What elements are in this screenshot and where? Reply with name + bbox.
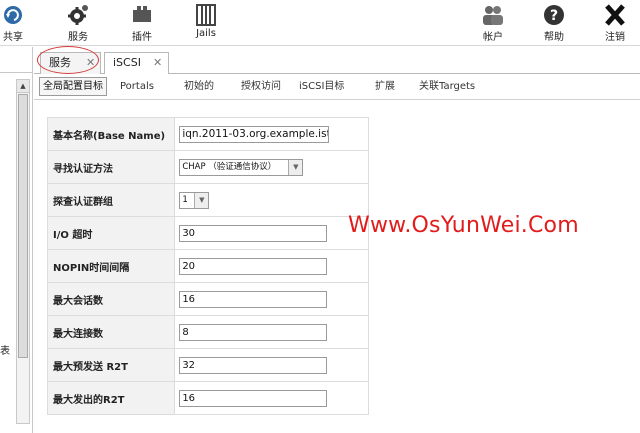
max-sessions-input[interactable]: 16	[179, 290, 328, 308]
toolbar-share-button[interactable]: 共享	[0, 2, 38, 44]
table-row: 基本名称(Base Name) iqn.2011-03.org.example.…	[46, 117, 369, 151]
max-presend-r2t-input[interactable]: 32	[179, 356, 328, 374]
toolbar-logout-button[interactable]: 注销	[590, 2, 640, 44]
subnav-authorized-access[interactable]: 授权访问	[241, 79, 281, 94]
max-presend-r2t-label: 最大预发送 R2T	[46, 348, 176, 382]
max-outstanding-r2t-label: 最大发出的R2T	[46, 381, 176, 415]
toolbar-accounts-button[interactable]: 帐户	[468, 2, 518, 44]
toolbar-jails-label: Jails	[196, 28, 216, 39]
subnav-target-global-config[interactable]: 全局配置目标	[39, 77, 107, 96]
services-gear-icon	[68, 5, 88, 25]
close-icon[interactable]: ✕	[153, 53, 162, 73]
annotation-circle	[37, 46, 99, 74]
toolbar-services-label: 服务	[68, 32, 88, 43]
subnav-iscsi-targets[interactable]: iSCSI目标	[299, 79, 344, 94]
max-sessions-label: 最大会话数	[46, 282, 176, 316]
subnav-portals[interactable]: Portals	[120, 79, 154, 94]
toolbar-jails-button[interactable]: Jails	[181, 2, 231, 44]
accounts-users-icon	[483, 6, 503, 25]
logout-x-icon	[605, 4, 625, 26]
iscsi-subnav: 全局配置目标 Portals 初始的 授权访问 iSCSI目标 扩展 关联Tar…	[34, 74, 640, 100]
discovery-auth-group-value: 1	[182, 194, 188, 205]
table-row: NOPIN时间间隔 20	[46, 249, 369, 283]
discovery-auth-method-select[interactable]: CHAP （验证通信协议） ▼	[179, 158, 304, 176]
discovery-auth-group-label: 探查认证群组	[46, 183, 176, 217]
toolbar-plugins-button[interactable]: 插件	[117, 2, 167, 44]
toolbar-logout-label: 注销	[605, 32, 625, 43]
chevron-down-icon[interactable]: ▼	[288, 159, 303, 175]
nopin-interval-label: NOPIN时间间隔	[46, 249, 176, 283]
table-row: 最大连接数 8	[46, 315, 369, 349]
subnav-extents[interactable]: 扩展	[375, 79, 395, 94]
table-row: 寻找认证方法 CHAP （验证通信协议） ▼	[46, 150, 369, 184]
left-sidebar: ▲ 表	[0, 47, 33, 433]
table-row: 探查认证群组 1 ▼	[46, 183, 369, 217]
nopin-interval-input[interactable]: 20	[179, 257, 328, 275]
toolbar-share-label: 共享	[3, 32, 23, 43]
sidebar-header	[0, 47, 33, 73]
sidebar-partial-label[interactable]: 表	[0, 342, 10, 357]
settings-table: 基本名称(Base Name) iqn.2011-03.org.example.…	[46, 117, 369, 415]
toolbar-help-button[interactable]: ? 帮助	[529, 2, 579, 44]
top-toolbar: 共享 服务 插件 Jails 帐户 ? 帮助 注销	[0, 0, 640, 46]
toolbar-accounts-label: 帐户	[483, 32, 503, 43]
discovery-auth-method-label: 寻找认证方法	[46, 150, 176, 184]
svg-text:?: ?	[550, 8, 558, 24]
io-timeout-input[interactable]: 30	[179, 224, 328, 242]
table-row: 最大发出的R2T 16	[46, 381, 369, 415]
table-row: 最大会话数 16	[46, 282, 369, 316]
subnav-initiators[interactable]: 初始的	[184, 79, 214, 94]
tab-iscsi[interactable]: iSCSI ✕	[104, 52, 169, 75]
tab-bar: 服务 ✕ iSCSI ✕	[34, 47, 640, 75]
scroll-up-arrow-icon[interactable]: ▲	[17, 80, 29, 93]
max-connections-input[interactable]: 8	[179, 323, 328, 341]
chevron-down-icon[interactable]: ▼	[194, 192, 209, 208]
discovery-auth-method-value: CHAP （验证通信协议）	[182, 161, 277, 172]
scrollbar-thumb[interactable]	[18, 94, 28, 358]
discovery-auth-group-select[interactable]: 1 ▼	[179, 191, 210, 209]
plugins-icon	[133, 6, 151, 22]
toolbar-plugins-label: 插件	[132, 32, 152, 43]
tab-iscsi-label: iSCSI	[113, 56, 141, 69]
table-row: I/O 超时 30	[46, 216, 369, 250]
base-name-input[interactable]: iqn.2011-03.org.example.ist	[179, 125, 330, 143]
max-connections-label: 最大连接数	[46, 315, 176, 349]
max-outstanding-r2t-input[interactable]: 16	[179, 389, 328, 407]
base-name-label: 基本名称(Base Name)	[46, 117, 176, 151]
sidebar-scrollbar[interactable]: ▲	[16, 79, 30, 424]
toolbar-services-button[interactable]: 服务	[53, 2, 103, 44]
share-icon	[4, 6, 22, 24]
jails-icon	[196, 4, 216, 26]
site-watermark: Www.OsYunWei.Com	[348, 213, 579, 238]
global-config-form: 基本名称(Base Name) iqn.2011-03.org.example.…	[34, 100, 640, 433]
io-timeout-label: I/O 超时	[46, 216, 176, 250]
toolbar-help-label: 帮助	[544, 32, 564, 43]
table-row: 最大预发送 R2T 32	[46, 348, 369, 382]
help-icon: ?	[544, 5, 564, 25]
subnav-associated-targets[interactable]: 关联Targets	[419, 79, 475, 94]
